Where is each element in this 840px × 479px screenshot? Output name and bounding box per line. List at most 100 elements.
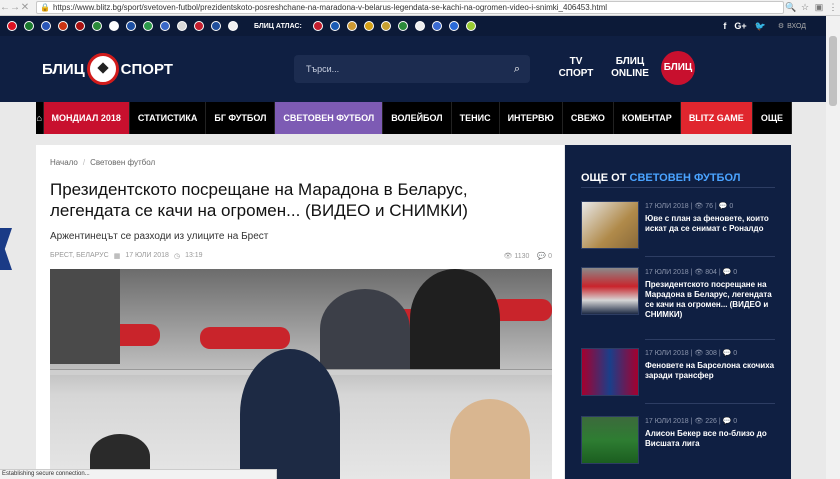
- side-decoration: [0, 228, 12, 270]
- forward-icon[interactable]: →: [10, 2, 20, 13]
- article-link[interactable]: Феновете на Барселона скочиха заради тра…: [645, 361, 775, 381]
- tennis-ball-icon[interactable]: [465, 21, 476, 31]
- club-logo-icon[interactable]: [228, 21, 238, 31]
- article-meta: 17 ЮЛИ 2018 | 👁 226 | 💬 0: [645, 418, 738, 425]
- club-logo-icon[interactable]: [194, 21, 204, 31]
- breadcrumb-section[interactable]: Световен футбол: [90, 158, 155, 167]
- club-logo-icon[interactable]: [41, 21, 51, 31]
- extension-icon[interactable]: ▣: [812, 2, 826, 13]
- article-tags[interactable]: БРЕСТ, БЕЛАРУС: [50, 252, 109, 260]
- comments-count: 0: [548, 253, 552, 260]
- team-logo-icon[interactable]: [431, 21, 442, 31]
- breadcrumb-home[interactable]: Начало: [50, 158, 78, 167]
- club-logo-icon[interactable]: [75, 21, 85, 31]
- zoom-icon[interactable]: 🔍: [784, 2, 798, 13]
- team-logo-icon[interactable]: [397, 21, 408, 31]
- club-logo-icon[interactable]: [24, 21, 34, 31]
- scrollbar[interactable]: [826, 16, 840, 479]
- breadcrumb: Начало / Световен футбол: [50, 158, 156, 167]
- url-text: https://www.blitz.bg/sport/svetoven-futb…: [52, 3, 608, 12]
- scrollbar-thumb[interactable]: [829, 36, 837, 106]
- article-lead: Аржентинецът се разходи из улиците на Бр…: [50, 231, 269, 242]
- nav-item-statistics[interactable]: СТАТИСТИКА: [130, 102, 207, 134]
- article-meta: 17 ЮЛИ 2018 | 👁 76 | 💬 0: [645, 203, 734, 210]
- nav-item-mondial[interactable]: МОНДИАЛ 2018: [43, 102, 130, 134]
- blitz-logo[interactable]: БЛИЦ: [661, 51, 695, 85]
- menu-icon[interactable]: ⋮: [826, 2, 840, 13]
- sidebar-heading-prefix: ОЩЕ ОТ: [581, 172, 627, 184]
- blitz-online-logo[interactable]: БЛИЦ ONLINE: [607, 51, 653, 85]
- article-thumbnail[interactable]: [581, 348, 639, 396]
- photo-seat: [200, 327, 290, 349]
- site-header: БЛИЦ СПОРТ ⌕ TV СПОРТ БЛИЦ ONLINE БЛИЦ: [0, 36, 826, 102]
- nav-item-tennis[interactable]: ТЕНИС: [452, 102, 500, 134]
- club-logo-icon[interactable]: [126, 21, 136, 31]
- sidebar-article[interactable]: 17 ЮЛИ 2018 | 👁 308 | 💬 0 Феновете на Ба…: [581, 348, 775, 408]
- team-logo-icon[interactable]: [414, 21, 425, 31]
- eye-icon: 👁: [503, 253, 513, 260]
- article-link[interactable]: Алисон Бекер все по-близо до Висшата лиг…: [645, 429, 775, 449]
- nav-item-bg-football[interactable]: БГ ФУТБОЛ: [206, 102, 276, 134]
- comments-icon[interactable]: 💬: [537, 253, 546, 260]
- article-thumbnail[interactable]: [581, 267, 639, 315]
- club-logo-icon[interactable]: [143, 21, 153, 31]
- divider: [645, 256, 775, 257]
- article-link[interactable]: Юве с план за феновете, които искат да с…: [645, 214, 775, 234]
- photo-figure: [320, 289, 410, 369]
- nav-item-world-football[interactable]: СВЕТОВЕН ФУТБОЛ: [275, 102, 384, 134]
- nav-item-blitz-game[interactable]: BLITZ GAME: [680, 102, 753, 134]
- club-logo-icon[interactable]: [160, 21, 170, 31]
- article-meta: 17 ЮЛИ 2018 | 👁 308 | 💬 0: [645, 350, 738, 357]
- club-logo-icon[interactable]: [109, 21, 119, 31]
- club-logo-icon[interactable]: [92, 21, 102, 31]
- google-plus-icon[interactable]: G+: [734, 21, 746, 31]
- login-link[interactable]: ВХОД: [787, 23, 806, 30]
- team-logo-icon[interactable]: [380, 21, 391, 31]
- article-meta: 17 ЮЛИ 2018 | 👁 804 | 💬 0: [645, 269, 738, 276]
- sidebar-article[interactable]: 17 ЮЛИ 2018 | 👁 804 | 💬 0 Президентското…: [581, 267, 775, 340]
- home-icon[interactable]: ⌂: [36, 102, 44, 134]
- team-logo-icon[interactable]: [329, 21, 340, 31]
- nav-item-more[interactable]: ОЩЕ: [753, 102, 792, 134]
- atlas-label: БЛИЦ АТЛАС:: [254, 22, 302, 30]
- article-photo[interactable]: [50, 269, 552, 479]
- club-logo-icon[interactable]: [211, 21, 221, 31]
- team-logo-icon[interactable]: [312, 21, 323, 31]
- team-logo-icon[interactable]: [363, 21, 374, 31]
- tv-sport-logo[interactable]: TV СПОРТ: [553, 51, 599, 85]
- back-icon[interactable]: ←: [0, 2, 10, 13]
- club-logo-icon[interactable]: [177, 21, 187, 31]
- facebook-icon[interactable]: f: [723, 21, 726, 31]
- search-icon[interactable]: ⌕: [514, 63, 520, 76]
- football-icon: [86, 53, 119, 85]
- article-thumbnail[interactable]: [581, 416, 639, 464]
- gear-icon[interactable]: ⚙: [778, 22, 784, 30]
- nav-item-fresh[interactable]: СВЕЖО: [563, 102, 614, 134]
- top-bar: БЛИЦ АТЛАС: f G+ 🐦 ⚙ ВХОД: [0, 16, 826, 36]
- views-count: 1130: [514, 253, 530, 260]
- nav-item-comment[interactable]: КОМЕНТАР: [614, 102, 681, 134]
- main-navigation: ⌂ МОНДИАЛ 2018 СТАТИСТИКА БГ ФУТБОЛ СВЕТ…: [36, 102, 792, 134]
- article-date: 17 ЮЛИ 2018: [125, 252, 169, 259]
- address-bar[interactable]: 🔒 https://www.blitz.bg/sport/svetoven-fu…: [36, 1, 784, 14]
- article-link[interactable]: Президентското посрещане на Марадона в Б…: [645, 280, 775, 320]
- team-logo-icon[interactable]: [346, 21, 357, 31]
- stop-icon[interactable]: ✕: [20, 2, 30, 13]
- sidebar-heading-section[interactable]: СВЕТОВЕН ФУТБОЛ: [630, 172, 741, 184]
- sidebar-article[interactable]: 17 ЮЛИ 2018 | 👁 226 | 💬 0 Алисон Бекер в…: [581, 416, 775, 476]
- team-logo-icon[interactable]: [448, 21, 459, 31]
- club-logo-icon[interactable]: [58, 21, 68, 31]
- article-title: Президентското посрещане на Марадона в Б…: [50, 180, 468, 220]
- site-logo[interactable]: БЛИЦ СПОРТ: [42, 51, 173, 87]
- nav-item-interview[interactable]: ИНТЕРВЮ: [500, 102, 563, 134]
- twitter-icon[interactable]: 🐦: [755, 21, 766, 32]
- logo-text-right: СПОРТ: [120, 60, 173, 78]
- nav-item-volleyball[interactable]: ВОЛЕЙБОЛ: [383, 102, 452, 134]
- sidebar-article[interactable]: 17 ЮЛИ 2018 | 👁 76 | 💬 0 Юве с план за ф…: [581, 201, 775, 261]
- browser-status: Establishing secure connection...: [0, 469, 277, 479]
- bookmark-star-icon[interactable]: ☆: [798, 2, 812, 13]
- article-thumbnail[interactable]: [581, 201, 639, 249]
- search-box: ⌕: [294, 55, 530, 83]
- club-logo-icon[interactable]: [7, 21, 17, 31]
- search-input[interactable]: [306, 64, 486, 74]
